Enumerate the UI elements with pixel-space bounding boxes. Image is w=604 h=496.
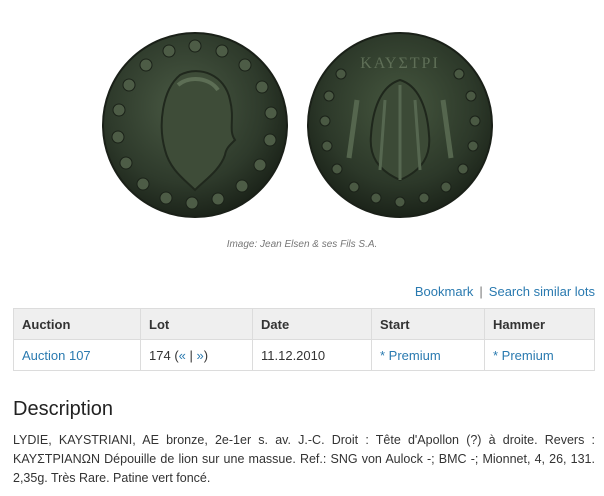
lot-actions: Bookmark | Search similar lots	[415, 284, 595, 299]
coin-obverse-image	[102, 32, 288, 218]
lot-nav-close: )	[203, 347, 209, 363]
table-row: Auction 107 174 (« | ») 11.12.2010 * Pre…	[13, 339, 595, 371]
link-separator: |	[479, 284, 483, 299]
cell-auction: Auction 107	[13, 339, 141, 371]
table-header-row: Auction Lot Date Start Hammer	[13, 308, 595, 340]
cell-lot: 174 (« | »)	[140, 339, 253, 371]
column-header-start: Start	[371, 308, 485, 340]
auction-lot-table: Auction Lot Date Start Hammer Auction 10…	[13, 308, 595, 371]
hammer-premium-link[interactable]: * Premium	[493, 348, 554, 363]
search-similar-lots-link[interactable]: Search similar lots	[489, 284, 595, 299]
bookmark-link[interactable]: Bookmark	[415, 284, 474, 299]
coin-reverse-image: ΚΑΥΣΤΡΙ	[307, 32, 493, 218]
coin-image: ΚΑΥΣΤΡΙ	[100, 30, 500, 226]
cell-hammer: * Premium	[484, 339, 595, 371]
column-header-hammer: Hammer	[484, 308, 595, 340]
column-header-auction: Auction	[13, 308, 141, 340]
cell-start: * Premium	[371, 339, 485, 371]
description-text: LYDIE, KAYSTRIANI, AE bronze, 2e-1er s. …	[13, 433, 595, 485]
description-heading: Description	[13, 398, 114, 420]
auction-link[interactable]: Auction 107	[22, 348, 91, 363]
previous-lot-link[interactable]: «	[179, 348, 186, 363]
column-header-date: Date	[252, 308, 372, 340]
cell-date: 11.12.2010	[252, 339, 372, 371]
coin-reverse-legend: ΚΑΥΣΤΡΙ	[360, 55, 440, 72]
column-header-lot: Lot	[140, 308, 253, 340]
lot-nav-separator: |	[189, 347, 193, 363]
start-premium-link[interactable]: * Premium	[380, 348, 441, 363]
image-caption: Image: Jean Elsen & ses Fils S.A.	[226, 239, 378, 250]
next-lot-link[interactable]: »	[197, 348, 204, 363]
lot-number: 174	[149, 347, 171, 363]
